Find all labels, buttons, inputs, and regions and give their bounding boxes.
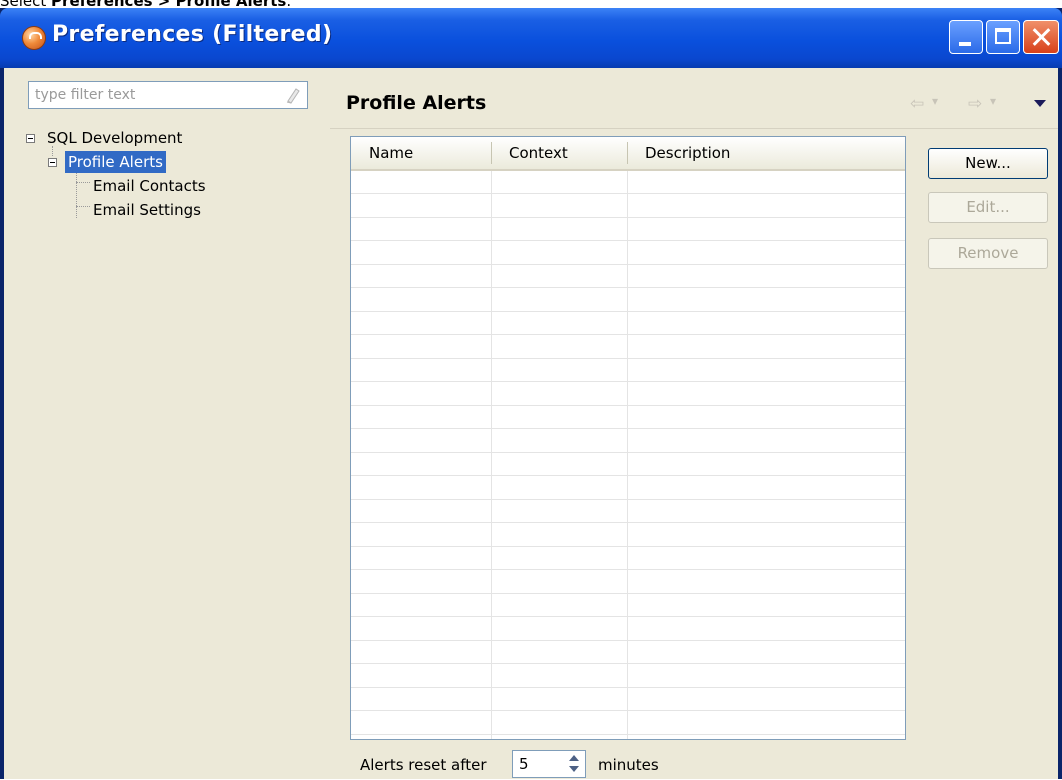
tree-item-label: Profile Alerts: [65, 151, 166, 173]
table-grid-line: [351, 546, 905, 547]
reset-minutes-spinner[interactable]: 5: [512, 750, 586, 778]
tree-item-email-contacts[interactable]: Email Contacts: [28, 174, 288, 198]
preference-tree: SQL Development Profile Alerts Email Con…: [26, 118, 328, 758]
table-grid-line: [351, 663, 905, 664]
alerts-table[interactable]: Name Context Description: [350, 136, 906, 740]
table-grid-line: [351, 522, 905, 523]
table-grid-line: [351, 734, 905, 735]
forward-arrow-icon[interactable]: ⇨: [968, 94, 982, 114]
close-button[interactable]: [1023, 20, 1059, 54]
tree-item-label: SQL Development: [47, 129, 183, 147]
column-header-name[interactable]: Name: [369, 137, 413, 169]
table-grid-line: [351, 334, 905, 335]
table-grid-line: [351, 358, 905, 359]
clear-filter-icon[interactable]: [285, 86, 301, 104]
tree-item-profile-alerts[interactable]: Profile Alerts: [28, 150, 288, 174]
column-header-description[interactable]: Description: [645, 137, 730, 169]
spinner-buttons[interactable]: [565, 753, 583, 775]
table-grid-line: [351, 381, 905, 382]
tree-item-label: Email Contacts: [93, 177, 206, 195]
tree-item-sql-development[interactable]: SQL Development: [26, 126, 288, 150]
table-grid-line: [351, 405, 905, 406]
table-grid-line: [351, 287, 905, 288]
maximize-button[interactable]: [986, 20, 1020, 54]
tree-item-email-settings[interactable]: Email Settings: [28, 198, 288, 222]
table-grid-line: [351, 569, 905, 570]
minimize-button[interactable]: [949, 20, 983, 54]
table-grid-line: [351, 475, 905, 476]
window-title: Preferences (Filtered): [52, 22, 333, 47]
dialog-client-area: SQL Development Profile Alerts Email Con…: [4, 68, 1058, 779]
back-arrow-icon[interactable]: ⇦: [910, 94, 924, 114]
table-grid-line: [351, 240, 905, 241]
table-grid-line: [351, 616, 905, 617]
table-header: Name Context Description: [351, 137, 905, 171]
table-grid-line: [351, 499, 905, 500]
minutes-label: minutes: [598, 756, 659, 774]
table-grid-line: [351, 593, 905, 594]
table-grid-line: [351, 640, 905, 641]
new-button[interactable]: New...: [928, 148, 1048, 179]
table-grid-line: [351, 217, 905, 218]
edit-button[interactable]: Edit...: [928, 192, 1048, 223]
table-grid-line: [351, 264, 905, 265]
table-grid-line: [351, 428, 905, 429]
preferences-window: Preferences (Filtered) SQL Development: [0, 8, 1062, 779]
page-title: Profile Alerts: [346, 92, 487, 114]
view-menu-icon[interactable]: [1034, 100, 1046, 107]
collapse-icon[interactable]: [48, 158, 57, 167]
table-grid-line: [351, 193, 905, 194]
alerts-reset-label: Alerts reset after: [360, 756, 487, 774]
reset-minutes-value[interactable]: 5: [519, 755, 529, 773]
spin-up-icon[interactable]: [569, 755, 579, 761]
title-bar[interactable]: Preferences (Filtered): [0, 8, 1062, 68]
filter-box: [28, 81, 308, 109]
table-grid-line: [351, 687, 905, 688]
filter-input[interactable]: [29, 82, 275, 108]
table-grid-line: [351, 311, 905, 312]
page-header: Profile Alerts ⇦ ▾ ⇨ ▾: [330, 80, 1058, 129]
table-grid-line: [351, 452, 905, 453]
table-grid-line: [351, 710, 905, 711]
app-icon: [22, 26, 46, 50]
forward-dropdown-icon[interactable]: ▾: [990, 94, 996, 108]
column-header-context[interactable]: Context: [509, 137, 568, 169]
collapse-icon[interactable]: [26, 134, 35, 143]
tree-item-label: Email Settings: [93, 201, 201, 219]
back-dropdown-icon[interactable]: ▾: [932, 94, 938, 108]
remove-button[interactable]: Remove: [928, 238, 1048, 269]
spin-down-icon[interactable]: [569, 766, 579, 772]
